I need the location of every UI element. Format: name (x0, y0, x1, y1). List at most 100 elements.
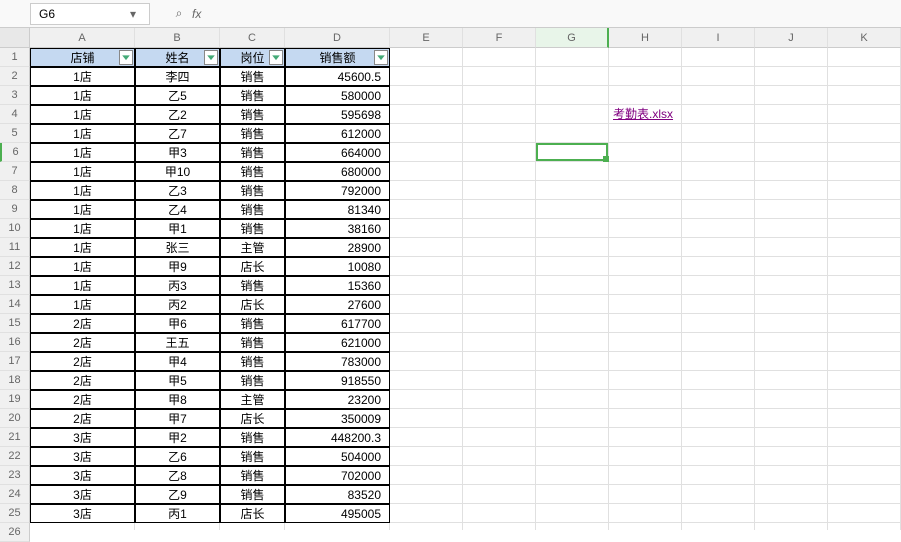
cell-J6[interactable] (755, 143, 828, 162)
row-header-3[interactable]: 3 (0, 86, 30, 105)
table-cell[interactable]: 甲7 (135, 409, 220, 428)
cell-J9[interactable] (755, 200, 828, 219)
column-header-I[interactable]: I (682, 28, 755, 48)
cell-J13[interactable] (755, 276, 828, 295)
cell-I19[interactable] (682, 390, 755, 409)
cell-J1[interactable] (755, 48, 828, 67)
cell-K4[interactable] (828, 105, 901, 124)
cell-F9[interactable] (463, 200, 536, 219)
table-cell[interactable]: 1店 (30, 67, 135, 86)
table-cell[interactable]: 甲4 (135, 352, 220, 371)
cell-I6[interactable] (682, 143, 755, 162)
table-cell[interactable]: 1店 (30, 257, 135, 276)
cell-H22[interactable] (609, 447, 682, 466)
table-cell[interactable]: 甲8 (135, 390, 220, 409)
cell-J3[interactable] (755, 86, 828, 105)
cell-J16[interactable] (755, 333, 828, 352)
cell-I25[interactable] (682, 504, 755, 523)
cell-J5[interactable] (755, 124, 828, 143)
cell-F23[interactable] (463, 466, 536, 485)
table-cell[interactable]: 张三 (135, 238, 220, 257)
cell-H25[interactable] (609, 504, 682, 523)
table-cell[interactable]: 店长 (220, 295, 285, 314)
cell-J25[interactable] (755, 504, 828, 523)
table-cell[interactable]: 617700 (285, 314, 390, 333)
cell-G9[interactable] (536, 200, 609, 219)
cell-I17[interactable] (682, 352, 755, 371)
table-cell[interactable]: 448200.3 (285, 428, 390, 447)
cell-H13[interactable] (609, 276, 682, 295)
cell-F13[interactable] (463, 276, 536, 295)
cell-I12[interactable] (682, 257, 755, 276)
cell-J4[interactable] (755, 105, 828, 124)
table-cell[interactable]: 乙2 (135, 105, 220, 124)
row-header-14[interactable]: 14 (0, 295, 30, 314)
row-header-18[interactable]: 18 (0, 371, 30, 390)
cell-F8[interactable] (463, 181, 536, 200)
cell-H11[interactable] (609, 238, 682, 257)
cell-K9[interactable] (828, 200, 901, 219)
row-header-16[interactable]: 16 (0, 333, 30, 352)
cell-F18[interactable] (463, 371, 536, 390)
cell-I18[interactable] (682, 371, 755, 390)
cell-G19[interactable] (536, 390, 609, 409)
row-header-2[interactable]: 2 (0, 67, 30, 86)
table-cell[interactable]: 乙9 (135, 485, 220, 504)
cell-D1[interactable]: 销售额 (285, 48, 390, 67)
row-header-22[interactable]: 22 (0, 447, 30, 466)
cell-F26[interactable] (463, 523, 536, 530)
cell-H8[interactable] (609, 181, 682, 200)
row-header-15[interactable]: 15 (0, 314, 30, 333)
row-header-4[interactable]: 4 (0, 105, 30, 124)
cell-G10[interactable] (536, 219, 609, 238)
column-header-E[interactable]: E (390, 28, 463, 48)
grid[interactable]: 店铺姓名岗位销售额1店李四销售45600.51店乙5销售5800001店乙2销售… (30, 48, 901, 530)
row-header-24[interactable]: 24 (0, 485, 30, 504)
table-cell[interactable]: 27600 (285, 295, 390, 314)
cell-H24[interactable] (609, 485, 682, 504)
cell-E5[interactable] (390, 124, 463, 143)
table-cell[interactable]: 销售 (220, 86, 285, 105)
table-cell[interactable]: 销售 (220, 447, 285, 466)
table-cell[interactable]: 45600.5 (285, 67, 390, 86)
cell-I9[interactable] (682, 200, 755, 219)
row-header-5[interactable]: 5 (0, 124, 30, 143)
row-header-23[interactable]: 23 (0, 466, 30, 485)
table-cell[interactable]: 664000 (285, 143, 390, 162)
cell-F11[interactable] (463, 238, 536, 257)
cell-G24[interactable] (536, 485, 609, 504)
cell-K12[interactable] (828, 257, 901, 276)
select-all-corner[interactable] (0, 28, 30, 48)
cell-J19[interactable] (755, 390, 828, 409)
row-header-21[interactable]: 21 (0, 428, 30, 447)
cell-K5[interactable] (828, 124, 901, 143)
cell-J26[interactable] (755, 523, 828, 530)
table-cell[interactable]: 1店 (30, 238, 135, 257)
cell-E24[interactable] (390, 485, 463, 504)
table-cell[interactable]: 销售 (220, 143, 285, 162)
cell-J23[interactable] (755, 466, 828, 485)
cell-G5[interactable] (536, 124, 609, 143)
table-cell[interactable]: 丙3 (135, 276, 220, 295)
cell-H20[interactable] (609, 409, 682, 428)
filter-dropdown-icon[interactable] (269, 50, 283, 65)
cell-F3[interactable] (463, 86, 536, 105)
cell-K6[interactable] (828, 143, 901, 162)
table-cell[interactable]: 甲1 (135, 219, 220, 238)
cell-E11[interactable] (390, 238, 463, 257)
cell-K10[interactable] (828, 219, 901, 238)
cell-I11[interactable] (682, 238, 755, 257)
cell-F6[interactable] (463, 143, 536, 162)
cell-F2[interactable] (463, 67, 536, 86)
cell-F21[interactable] (463, 428, 536, 447)
cell-A1[interactable]: 店铺 (30, 48, 135, 67)
table-cell[interactable]: 350009 (285, 409, 390, 428)
grid-area[interactable]: ABCDEFGHIJK 店铺姓名岗位销售额1店李四销售45600.51店乙5销售… (30, 28, 901, 530)
table-cell[interactable]: 乙5 (135, 86, 220, 105)
row-header-26[interactable]: 26 (0, 523, 30, 542)
cell-J15[interactable] (755, 314, 828, 333)
row-header-1[interactable]: 1 (0, 48, 30, 67)
column-header-G[interactable]: G (536, 28, 609, 48)
column-header-A[interactable]: A (30, 28, 135, 48)
cell-E13[interactable] (390, 276, 463, 295)
